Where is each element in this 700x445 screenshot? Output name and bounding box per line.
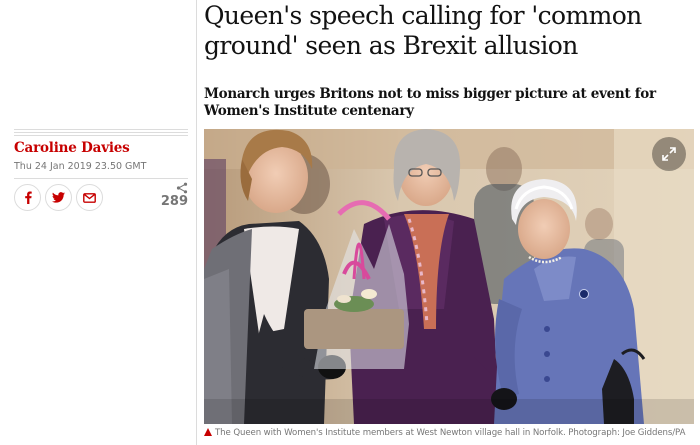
caption-text: The Queen with Women's Institute members…: [215, 428, 686, 438]
meta-rule: [14, 178, 188, 179]
share-count-number: 289: [160, 194, 188, 209]
article-meta: Caroline Davies Thu 24 Jan 2019 23.50 GM…: [14, 0, 188, 445]
meta-rule: [14, 129, 188, 130]
byline-link[interactable]: Caroline Davies: [14, 140, 130, 156]
photo-illustration: [204, 129, 694, 424]
dateline: Thu 24 Jan 2019 23.50 GMT: [14, 161, 147, 172]
share-row: 289: [14, 182, 188, 212]
expand-icon: [662, 147, 676, 161]
caption-triangle-icon: [204, 428, 212, 436]
expand-image-button[interactable]: [652, 137, 686, 171]
share-email-button[interactable]: [76, 184, 103, 211]
twitter-icon: [52, 192, 65, 203]
email-icon: [83, 192, 96, 203]
article-main-image[interactable]: [204, 129, 694, 424]
share-count: 289: [161, 182, 188, 210]
meta-rule: [14, 132, 188, 133]
standfirst: Monarch urges Britons not to miss bigger…: [204, 86, 656, 119]
meta-rule: [14, 135, 188, 136]
headline: Queen's speech calling for 'common groun…: [204, 1, 642, 60]
image-caption: The Queen with Women's Institute members…: [204, 428, 700, 438]
share-facebook-button[interactable]: [14, 184, 41, 211]
column-divider: [196, 0, 197, 445]
share-twitter-button[interactable]: [45, 184, 72, 211]
facebook-icon: [24, 191, 32, 204]
share-icon: [176, 182, 188, 194]
